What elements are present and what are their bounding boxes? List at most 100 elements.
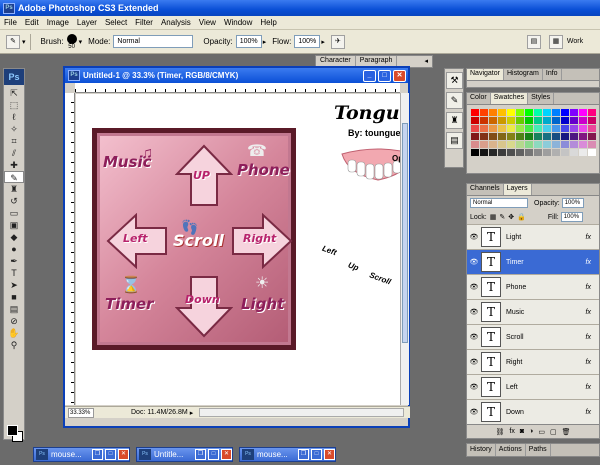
tab-history[interactable]: History — [467, 444, 496, 456]
menu-window[interactable]: Window — [224, 18, 252, 27]
color-swatch[interactable] — [489, 117, 497, 124]
tool-presets-icon[interactable]: ⚒ — [446, 72, 463, 89]
color-swatch[interactable] — [552, 125, 560, 132]
shape-tool-icon[interactable]: ■ — [4, 291, 24, 303]
maximize-icon[interactable]: □ — [208, 449, 219, 460]
menu-filter[interactable]: Filter — [135, 18, 153, 27]
top-ruler[interactable] — [75, 83, 400, 93]
color-swatch[interactable] — [570, 109, 578, 116]
layer-effects-icon[interactable]: fx — [586, 234, 591, 241]
eraser-tool-icon[interactable]: ▭ — [4, 207, 24, 219]
color-swatch[interactable] — [543, 141, 551, 148]
workspace-icon[interactable]: ▦ — [548, 34, 563, 49]
close-icon[interactable]: ✕ — [324, 449, 335, 460]
layer-effects-icon[interactable]: fx — [586, 309, 591, 316]
visibility-eye-icon[interactable]: 👁 — [467, 283, 481, 291]
tab-navigator[interactable]: Navigator — [467, 69, 504, 80]
color-swatch[interactable] — [543, 133, 551, 140]
lock-all-icon[interactable]: 🔒 — [517, 213, 526, 221]
color-swatch[interactable] — [552, 109, 560, 116]
color-swatch[interactable] — [480, 149, 488, 156]
color-swatch[interactable] — [498, 125, 506, 132]
color-swatch[interactable] — [525, 125, 533, 132]
restore-icon[interactable]: ❐ — [298, 449, 309, 460]
layer-style-icon[interactable]: fx — [509, 428, 514, 435]
color-swatch[interactable] — [525, 109, 533, 116]
color-swatch[interactable] — [498, 141, 506, 148]
color-swatch[interactable] — [534, 117, 542, 124]
horizontal-scrollbar[interactable] — [199, 408, 404, 417]
color-swatch[interactable] — [552, 149, 560, 156]
layer-row[interactable]: 👁 T Light fx — [467, 224, 599, 249]
visibility-eye-icon[interactable]: 👁 — [467, 308, 481, 316]
type-tool-icon[interactable]: T — [4, 267, 24, 279]
blur-tool-icon[interactable]: ◆ — [4, 231, 24, 243]
restore-icon[interactable]: ❐ — [92, 449, 103, 460]
workspace-label[interactable]: Work — [567, 38, 583, 45]
color-swatch[interactable] — [480, 133, 488, 140]
color-swatch[interactable] — [561, 117, 569, 124]
layer-effects-icon[interactable]: fx — [586, 259, 591, 266]
color-swatch[interactable] — [471, 133, 479, 140]
color-swatch[interactable] — [516, 149, 524, 156]
clone-stamp-tool-icon[interactable]: ♜ — [4, 183, 24, 195]
tab-info[interactable]: Info — [543, 69, 562, 80]
link-layers-icon[interactable]: ⛓ — [496, 428, 505, 436]
close-button[interactable]: ✕ — [393, 69, 406, 82]
color-swatch[interactable] — [507, 109, 515, 116]
menu-file[interactable]: File — [4, 18, 17, 27]
color-swatch[interactable] — [471, 125, 479, 132]
color-swatch[interactable] — [489, 133, 497, 140]
gradient-tool-icon[interactable]: ▣ — [4, 219, 24, 231]
color-swatch[interactable] — [525, 149, 533, 156]
color-swatch[interactable] — [588, 109, 596, 116]
panel-toggle-icon[interactable]: ▤ — [526, 34, 541, 49]
color-swatch[interactable] — [534, 149, 542, 156]
marquee-tool-icon[interactable]: ⬚ — [4, 99, 24, 111]
eyedropper-tool-icon[interactable]: ⊘ — [4, 315, 24, 327]
color-swatch[interactable] — [516, 109, 524, 116]
tab-layers[interactable]: Layers — [503, 184, 532, 195]
color-swatch[interactable] — [471, 149, 479, 156]
restore-icon[interactable]: ❐ — [195, 449, 206, 460]
canvas[interactable]: UP Down Left Right Music Phone Timer Lig… — [76, 94, 400, 405]
color-swatch[interactable] — [579, 149, 587, 156]
layer-effects-icon[interactable]: fx — [586, 409, 591, 416]
menu-select[interactable]: Select — [105, 18, 127, 27]
color-swatch[interactable] — [525, 141, 533, 148]
tool-preset-brush-icon[interactable]: ✎ — [6, 34, 20, 49]
color-swatch[interactable] — [570, 117, 578, 124]
lasso-tool-icon[interactable]: ℓ — [4, 111, 24, 123]
hand-tool-icon[interactable]: ✋ — [4, 327, 24, 339]
left-ruler[interactable] — [65, 93, 75, 405]
vertical-scroll-thumb[interactable] — [402, 123, 408, 343]
new-layer-icon[interactable]: ▢ — [550, 428, 557, 436]
layer-mask-icon[interactable]: ◙ — [520, 428, 524, 435]
menu-view[interactable]: View — [199, 18, 216, 27]
color-swatch[interactable] — [561, 141, 569, 148]
slice-tool-icon[interactable]: ⫽ — [4, 147, 24, 159]
layer-row[interactable]: 👁 T Down fx — [467, 399, 599, 424]
color-swatch[interactable] — [588, 133, 596, 140]
color-swatch[interactable] — [579, 109, 587, 116]
zoom-tool-icon[interactable]: ⚲ — [4, 339, 24, 351]
layer-row[interactable]: 👁 T Phone fx — [467, 274, 599, 299]
color-swatch[interactable] — [516, 125, 524, 132]
color-swatch[interactable] — [543, 125, 551, 132]
zoom-level-input[interactable]: 33.33% — [68, 407, 94, 418]
maximize-icon[interactable]: □ — [105, 449, 116, 460]
color-swatch[interactable] — [570, 133, 578, 140]
color-swatch[interactable] — [534, 133, 542, 140]
color-swatch[interactable] — [498, 109, 506, 116]
layer-effects-icon[interactable]: fx — [586, 384, 591, 391]
tab-histogram[interactable]: Histogram — [504, 69, 543, 80]
foreground-color-swatch[interactable] — [7, 425, 18, 436]
color-swatch[interactable] — [516, 117, 524, 124]
color-swatch[interactable] — [489, 149, 497, 156]
color-swatch[interactable] — [588, 149, 596, 156]
visibility-eye-icon[interactable]: 👁 — [467, 383, 481, 391]
layer-row[interactable]: 👁 T Right fx — [467, 349, 599, 374]
brushes-panel-icon[interactable]: ✎ — [446, 92, 463, 109]
color-swatch[interactable] — [525, 117, 533, 124]
brush-picker[interactable]: 50 — [66, 33, 77, 50]
